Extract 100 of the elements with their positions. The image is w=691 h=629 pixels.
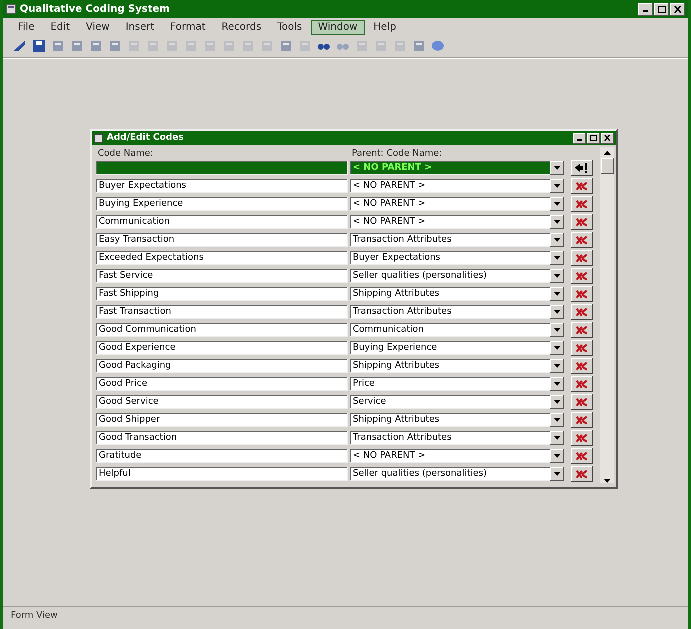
dropdown-button[interactable] <box>550 341 564 355</box>
dropdown-button[interactable] <box>550 287 564 301</box>
scroll-thumb[interactable] <box>600 158 614 174</box>
code-name-field[interactable]: Good Communication <box>96 323 348 337</box>
dropdown-button[interactable] <box>550 395 564 409</box>
minimize-button[interactable] <box>573 132 586 144</box>
dropdown-button[interactable] <box>550 323 564 337</box>
caret-icon <box>554 454 560 458</box>
delete-button[interactable] <box>571 322 593 338</box>
dropdown-button[interactable] <box>550 269 564 283</box>
caret-icon <box>554 418 560 422</box>
code-name-field[interactable]: Good Experience <box>96 341 348 355</box>
maximize-icon <box>658 6 666 12</box>
menu-item[interactable]: Help <box>366 20 404 35</box>
caret-icon <box>554 184 560 188</box>
delete-button[interactable] <box>571 214 593 230</box>
caret-icon <box>554 274 560 278</box>
maximize-button[interactable] <box>654 2 669 16</box>
delete-icon <box>576 308 588 316</box>
dropdown-button[interactable] <box>550 179 564 193</box>
delete-button[interactable] <box>571 232 593 248</box>
code-name-field[interactable]: Buying Experience <box>96 197 348 211</box>
delete-icon <box>576 452 588 460</box>
delete-button[interactable] <box>571 394 593 410</box>
close-button[interactable] <box>670 2 685 16</box>
caret-icon <box>554 202 560 206</box>
delete-button[interactable] <box>571 358 593 374</box>
delete-button[interactable] <box>571 196 593 212</box>
menu-item[interactable]: Format <box>164 20 213 35</box>
app-icon <box>6 4 16 14</box>
minimize-button[interactable] <box>638 2 653 16</box>
dropdown-button[interactable] <box>550 215 564 229</box>
delete-button[interactable] <box>571 178 593 194</box>
caret-icon <box>554 238 560 242</box>
delete-button[interactable] <box>571 376 593 392</box>
code-name-field[interactable]: Fast Shipping <box>96 287 348 301</box>
maximize-button[interactable] <box>587 132 600 144</box>
code-name-field[interactable] <box>96 161 348 175</box>
code-name-field[interactable]: Fast Service <box>96 269 348 283</box>
close-icon <box>674 6 682 12</box>
delete-icon <box>576 236 588 244</box>
menu-item[interactable]: Edit <box>44 20 78 35</box>
code-name-field[interactable]: Good Packaging <box>96 359 348 373</box>
delete-button[interactable] <box>571 340 593 356</box>
code-name-field[interactable]: Easy Transaction <box>96 233 348 247</box>
delete-button[interactable] <box>571 412 593 428</box>
delete-icon <box>576 272 588 280</box>
delete-icon <box>576 416 588 424</box>
code-name-field[interactable]: Good Transaction <box>96 431 348 445</box>
dropdown-button[interactable] <box>550 431 564 445</box>
delete-button[interactable] <box>571 448 593 464</box>
window-title: Qualitative Coding System <box>20 4 170 14</box>
menu-item[interactable]: Insert <box>118 20 162 35</box>
caret-icon <box>554 310 560 314</box>
delete-icon <box>576 362 588 370</box>
dropdown-button[interactable] <box>550 467 564 481</box>
caret-icon <box>554 256 560 260</box>
dropdown-button[interactable] <box>550 161 564 175</box>
code-name-field[interactable]: Good Service <box>96 395 348 409</box>
code-name-field[interactable]: Exceeded Expectations <box>96 251 348 265</box>
code-name-field[interactable]: Helpful <box>96 467 348 481</box>
dropdown-button[interactable] <box>550 413 564 427</box>
dropdown-button[interactable] <box>550 305 564 319</box>
dropdown-button[interactable] <box>550 359 564 373</box>
menu-item[interactable]: Records <box>214 20 269 35</box>
dropdown-button[interactable] <box>550 449 564 463</box>
caret-icon <box>554 328 560 332</box>
form-icon <box>94 134 103 142</box>
menu-item[interactable]: Window <box>311 20 365 35</box>
code-name-field[interactable]: Communication <box>96 215 348 229</box>
delete-button[interactable] <box>571 268 593 284</box>
dropdown-button[interactable] <box>550 251 564 265</box>
code-name-field[interactable]: Buyer Expectations <box>96 179 348 193</box>
delete-button[interactable] <box>571 304 593 320</box>
dropdown-button[interactable] <box>550 377 564 391</box>
save-icon[interactable] <box>32 39 46 53</box>
caret-icon <box>554 292 560 296</box>
caret-icon <box>554 400 560 404</box>
code-name-field[interactable]: Gratitude <box>96 449 348 463</box>
scrollbar[interactable] <box>600 147 614 483</box>
delete-button[interactable] <box>571 250 593 266</box>
scroll-up-icon[interactable] <box>604 151 610 155</box>
delete-icon <box>576 380 588 388</box>
code-name-field[interactable]: Good Price <box>96 377 348 391</box>
dropdown-button[interactable] <box>550 233 564 247</box>
caret-icon <box>554 166 560 170</box>
code-name-field[interactable]: Fast Transaction <box>96 305 348 319</box>
delete-button[interactable] <box>571 466 593 482</box>
menu-item[interactable]: File <box>11 20 42 35</box>
code-name-field[interactable]: Good Shipper <box>96 413 348 427</box>
close-button[interactable] <box>601 132 614 144</box>
menu-item[interactable]: Tools <box>270 20 310 35</box>
delete-icon <box>576 398 588 406</box>
menu-item[interactable]: View <box>79 20 117 35</box>
scroll-down-icon[interactable] <box>604 479 610 483</box>
caret-icon <box>554 436 560 440</box>
add-button[interactable] <box>571 160 593 176</box>
dropdown-button[interactable] <box>550 197 564 211</box>
delete-button[interactable] <box>571 430 593 446</box>
delete-button[interactable] <box>571 286 593 302</box>
